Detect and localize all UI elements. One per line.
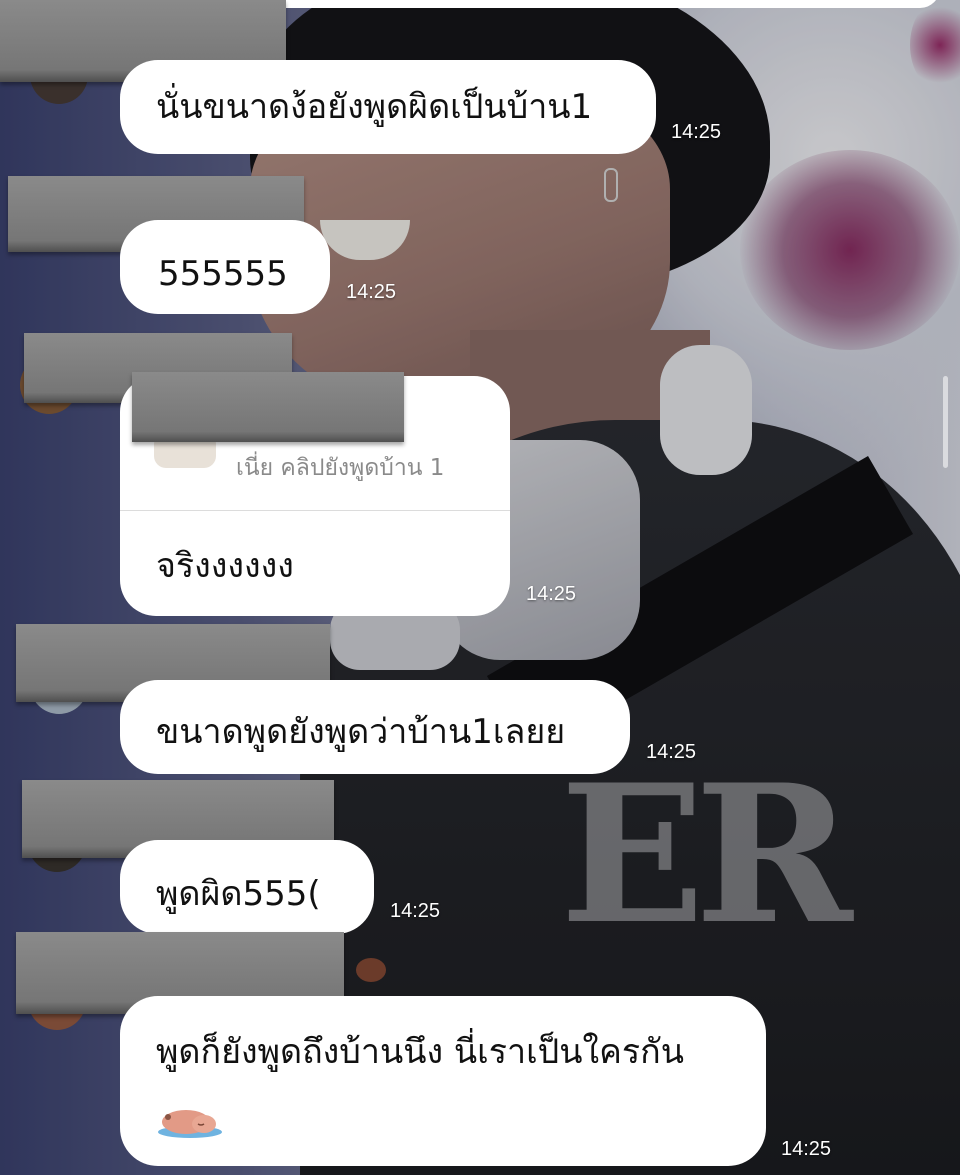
message-time: 14:25 [390,900,441,922]
message-text: ขนาดพูดยังพูดว่าบ้าน1เลยย [156,712,566,752]
message-text: จริงงงงงง [156,546,294,586]
message-time: 14:25 [526,583,577,605]
message-time: 14:25 [781,1138,832,1160]
message-text: นั่นขนาดง้อยังพูดผิดเป็นบ้าน1 [156,87,593,127]
scrollbar[interactable] [943,376,948,468]
message-time: 14:25 [646,741,697,763]
message-bubble[interactable]: ขนาดพูดยังพูดว่าบ้าน1เลยย [120,680,630,774]
emoji-decoration [356,958,386,982]
quoted-message-text: เนี่ย คลิปยังพูดบ้าน 1 [236,455,445,481]
message-text: 555555 [158,254,288,294]
message-bubble[interactable]: พูดก็ยังพูดถึงบ้านนึง นี่เราเป็นใครกัน [120,996,766,1166]
message-bubble[interactable]: พูดผิด555( [120,840,374,934]
message-time: 14:25 [346,281,397,303]
redacted-quoted-name [132,372,404,442]
message-bubble[interactable]: นั่นขนาดง้อยังพูดผิดเป็นบ้าน1 [120,60,656,154]
capybara-sticker-icon[interactable] [156,1102,224,1138]
message-time: 14:25 [671,121,722,143]
message-text: พูดก็ยังพูดถึงบ้านนึง นี่เราเป็นใครกัน [156,1032,684,1072]
message-text: พูดผิด555( [156,874,321,914]
message-bubble[interactable]: 555555 [120,220,330,314]
